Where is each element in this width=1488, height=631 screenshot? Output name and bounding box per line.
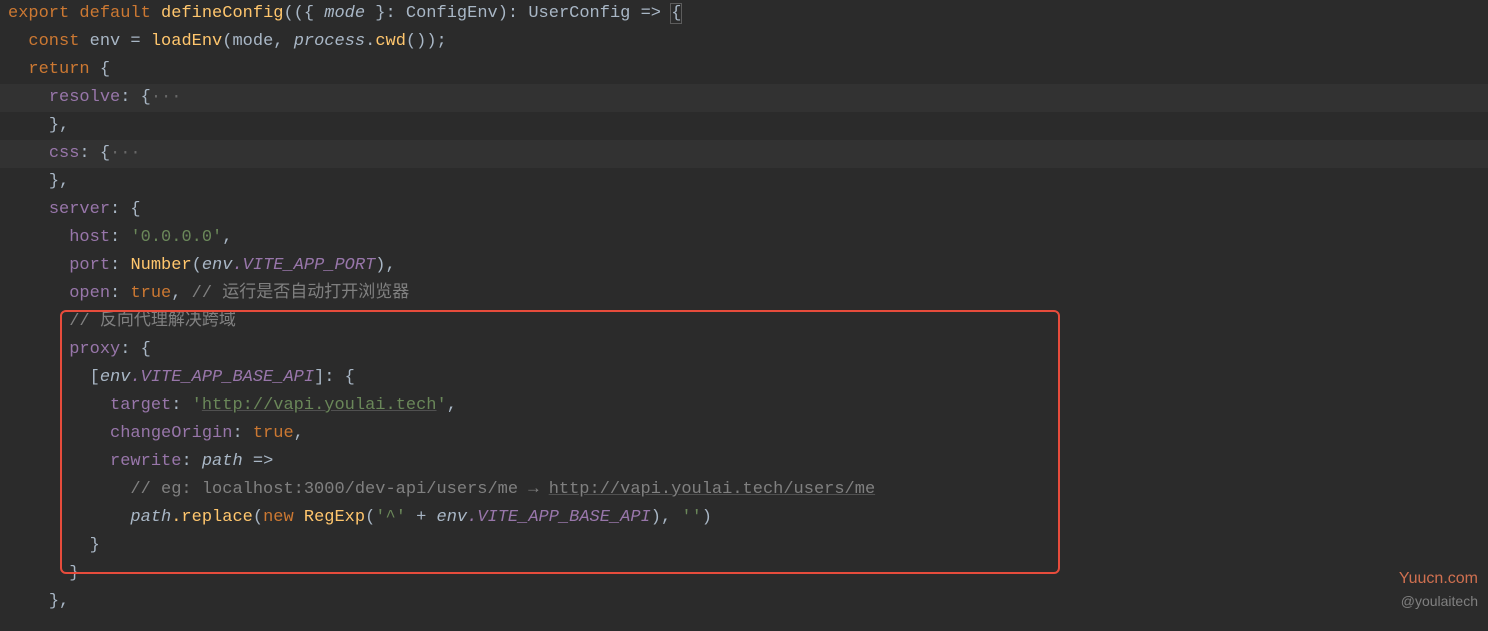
code-line: // eg: localhost:3000/dev-api/users/me →…: [0, 476, 1488, 504]
code-line: // 反向代理解决跨域: [0, 308, 1488, 336]
code-line: },: [0, 168, 1488, 196]
code-line: },: [0, 112, 1488, 140]
code-line: host: '0.0.0.0',: [0, 224, 1488, 252]
code-line: port: Number(env.VITE_APP_PORT),: [0, 252, 1488, 280]
watermark-author: @youlaitech: [1401, 587, 1478, 615]
code-line: resolve: {···: [0, 84, 1488, 112]
code-line: server: {: [0, 196, 1488, 224]
code-line: return {: [0, 56, 1488, 84]
code-line: rewrite: path =>: [0, 448, 1488, 476]
code-line: }: [0, 532, 1488, 560]
fold-indicator[interactable]: ···: [110, 144, 141, 163]
code-line: },: [0, 588, 1488, 616]
code-line: target: 'http://vapi.youlai.tech',: [0, 392, 1488, 420]
code-line: const env = loadEnv(mode, process.cwd())…: [0, 28, 1488, 56]
fold-indicator[interactable]: ···: [151, 88, 182, 107]
code-line: path.replace(new RegExp('^' + env.VITE_A…: [0, 504, 1488, 532]
code-line: open: true, // 运行是否自动打开浏览器: [0, 280, 1488, 308]
code-line: [env.VITE_APP_BASE_API]: {: [0, 364, 1488, 392]
code-line: proxy: {: [0, 336, 1488, 364]
code-line: changeOrigin: true,: [0, 420, 1488, 448]
code-line: }: [0, 560, 1488, 588]
code-editor[interactable]: export default defineConfig(({ mode }: C…: [0, 0, 1488, 616]
code-line: css: {···: [0, 140, 1488, 168]
code-line: export default defineConfig(({ mode }: C…: [0, 0, 1488, 28]
